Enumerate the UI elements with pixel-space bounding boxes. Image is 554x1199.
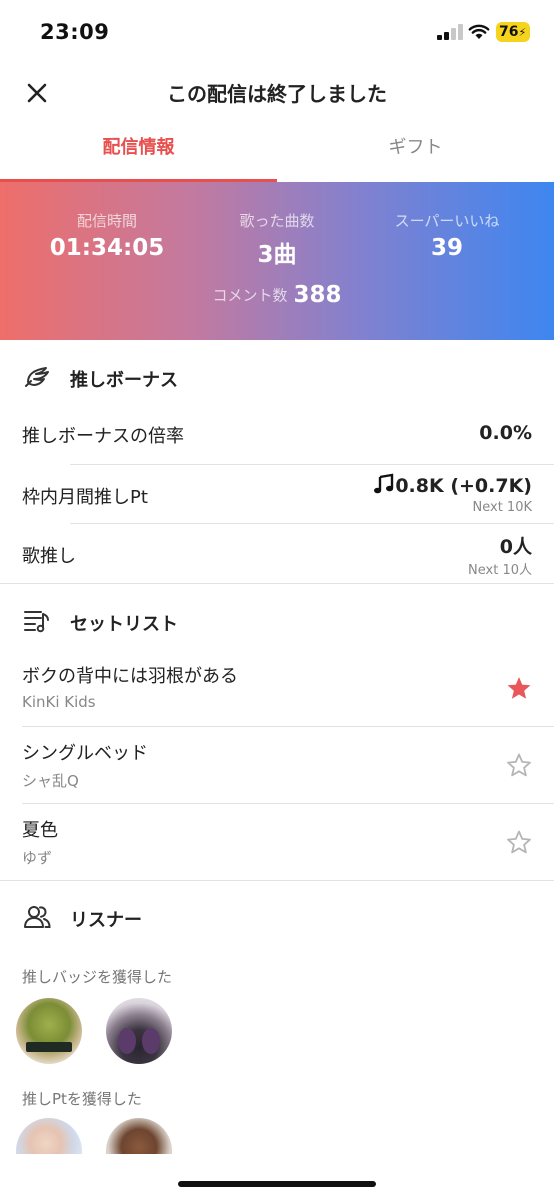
users-icon: [24, 906, 51, 928]
stat-comments: コメント数 388: [0, 282, 554, 308]
listeners-section-title: リスナー: [70, 910, 142, 931]
music-note-icon: [374, 473, 394, 494]
status-time: 23:09: [40, 20, 110, 44]
bonus-section-title: 推しボーナス: [70, 370, 178, 391]
cellular-signal-icon: [437, 24, 463, 40]
tab-stream-info[interactable]: 配信情報: [0, 122, 277, 182]
stat-comments-label: コメント数: [212, 286, 288, 305]
listener-avatar[interactable]: [106, 998, 172, 1064]
stat-comments-value: 388: [293, 282, 342, 308]
listener-avatar[interactable]: [16, 1118, 82, 1154]
setlist-song-item[interactable]: ボクの背中には羽根がある KinKi Kids: [0, 650, 554, 726]
stat-duration-value: 01:34:05: [49, 235, 165, 261]
stat-duration-label: 配信時間: [76, 212, 137, 230]
wifi-icon: [468, 24, 490, 39]
setlist-song-item[interactable]: 夏色 ゆず: [0, 804, 554, 880]
stat-super-likes-value: 39: [430, 235, 463, 261]
song-title: シングルベッド: [22, 743, 148, 764]
avatar-detail: [118, 1028, 136, 1054]
setlist-section-header: セットリスト: [0, 592, 554, 652]
section-divider: [0, 880, 554, 881]
bonus-rate-label: 推しボーナスの倍率: [22, 426, 184, 447]
song-artist: KinKi Kids: [22, 693, 96, 711]
monthly-pt-next: Next 10K: [472, 500, 532, 515]
monthly-pt-value-wrap: 0.8K (+0.7K): [373, 473, 532, 497]
tab-bar: 配信情報 ギフト: [0, 122, 554, 182]
pt-earners-heading: 推しPtを獲得した: [22, 1090, 142, 1108]
star-outline-icon[interactable]: [506, 829, 532, 855]
section-divider: [0, 583, 554, 584]
song-oshi-row: 歌推し 0人 Next 10人: [0, 524, 554, 582]
bonus-rate-value: 0.0%: [479, 422, 532, 444]
tab-gifts[interactable]: ギフト: [277, 122, 554, 182]
stat-super-likes-label: スーパーいいね: [394, 212, 500, 230]
monthly-pt-value: 0.8K (+0.7K): [395, 475, 532, 497]
song-artist: シャ乱Q: [22, 772, 79, 790]
badge-earners-heading: 推しバッジを獲得した: [22, 968, 173, 986]
avatar-detail: [26, 1042, 72, 1052]
home-indicator[interactable]: [178, 1181, 376, 1187]
song-oshi-value: 0人: [499, 536, 532, 558]
wing-icon: [25, 367, 49, 387]
battery-icon: 76⚡: [496, 22, 530, 42]
star-outline-icon[interactable]: [506, 752, 532, 778]
song-oshi-next: Next 10人: [468, 563, 532, 578]
song-title: 夏色: [22, 820, 58, 841]
page-title: この配信は終了しました: [167, 82, 387, 106]
stat-duration: 配信時間 01:34:05: [15, 210, 199, 261]
playlist-icon: [24, 611, 49, 633]
stat-songs-value: 3曲: [257, 242, 297, 268]
monthly-pt-label: 枠内月間推しPt: [22, 487, 148, 508]
stat-super-likes: スーパーいいね 39: [355, 210, 539, 261]
star-filled-icon[interactable]: [506, 675, 532, 701]
stat-songs-label: 歌った曲数: [239, 212, 315, 230]
song-oshi-label: 歌推し: [22, 546, 76, 567]
monthly-pt-row: 枠内月間推しPt 0.8K (+0.7K) Next 10K: [0, 465, 554, 523]
listener-avatar[interactable]: [16, 998, 82, 1064]
listeners-section-header: リスナー: [0, 888, 554, 948]
song-title: ボクの背中には羽根がある: [22, 666, 238, 687]
bonus-section-header: 推しボーナス: [0, 348, 554, 408]
stat-songs: 歌った曲数 3曲: [185, 210, 369, 269]
song-artist: ゆず: [22, 849, 53, 867]
setlist-song-item[interactable]: シングルベッド シャ乱Q: [0, 727, 554, 803]
setlist-section-title: セットリスト: [70, 614, 178, 635]
nav-header: この配信は終了しました: [0, 64, 554, 120]
battery-level: 76: [499, 24, 519, 40]
avatar-detail: [142, 1028, 160, 1054]
listener-avatar[interactable]: [106, 1118, 172, 1154]
bonus-rate-row: 推しボーナスの倍率 0.0%: [0, 408, 554, 464]
status-bar: 23:09 76⚡: [0, 0, 554, 64]
stats-banner: 配信時間 01:34:05 歌った曲数 3曲 スーパーいいね 39 コメント数 3…: [0, 182, 554, 340]
